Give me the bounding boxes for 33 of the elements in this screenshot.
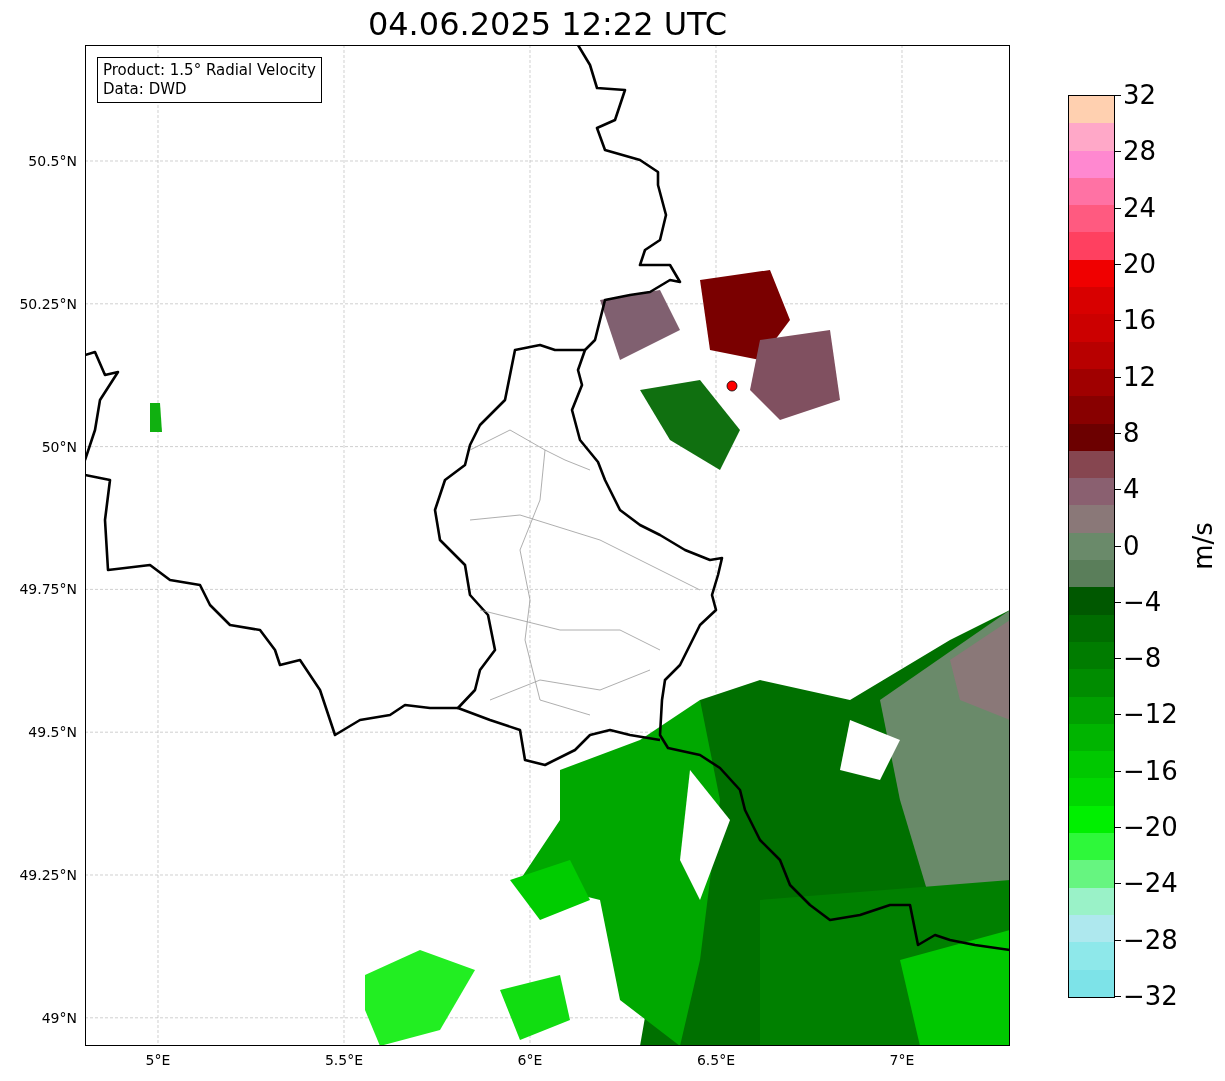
latitude-label: 50°N (41, 438, 77, 455)
colorbar-tick-label: −8 (1123, 643, 1162, 674)
colorbar-tick-label: 28 (1123, 136, 1157, 167)
longitude-label: 7°E (889, 1052, 915, 1068)
latitude-label: 50.25°N (19, 295, 77, 312)
latitude-label: 49.75°N (19, 581, 77, 598)
colorbar-tick-label: 16 (1123, 305, 1157, 336)
colorbar-tick-label: 12 (1123, 361, 1157, 392)
colorbar-tick-label: −20 (1123, 812, 1178, 843)
longitude-label: 5°E (145, 1052, 171, 1068)
colorbar-tick-label: 8 (1123, 417, 1140, 448)
colorbar-tick-label: 4 (1123, 474, 1140, 505)
latitude-label: 49.25°N (19, 867, 77, 883)
colorbar-tick-label: 24 (1123, 192, 1157, 223)
info-text: Data: DWD (103, 80, 188, 99)
colorbar-tick-label: 0 (1123, 530, 1140, 561)
colorbar-tick-label: −16 (1123, 755, 1178, 786)
longitude-label: 6.5°E (696, 1052, 736, 1068)
chart-title: 04.06.2025 12:22 UTC (367, 5, 728, 40)
latitude-label: 49.5°N (28, 724, 77, 741)
colorbar-tick-label: 32 (1123, 80, 1157, 110)
colorbar-tick-label: −24 (1123, 868, 1178, 899)
latitude-label: 50.5°N (28, 153, 77, 169)
info-text: Product: 1.5° Radial Velocity (103, 61, 316, 80)
colorbar-tick-label: −28 (1123, 924, 1178, 955)
longitude-label: 5.5°E (324, 1052, 364, 1068)
colorbar-tick-label: 20 (1123, 248, 1157, 279)
latitude-label: 49°N (41, 1009, 77, 1026)
longitude-label: 6°E (517, 1052, 543, 1068)
colorbar-tick-label: −12 (1123, 699, 1178, 730)
colorbar-tick-label: −4 (1123, 586, 1162, 617)
colorbar-label: m/s (1187, 521, 1218, 570)
colorbar-tick-label: −32 (1123, 981, 1178, 1011)
